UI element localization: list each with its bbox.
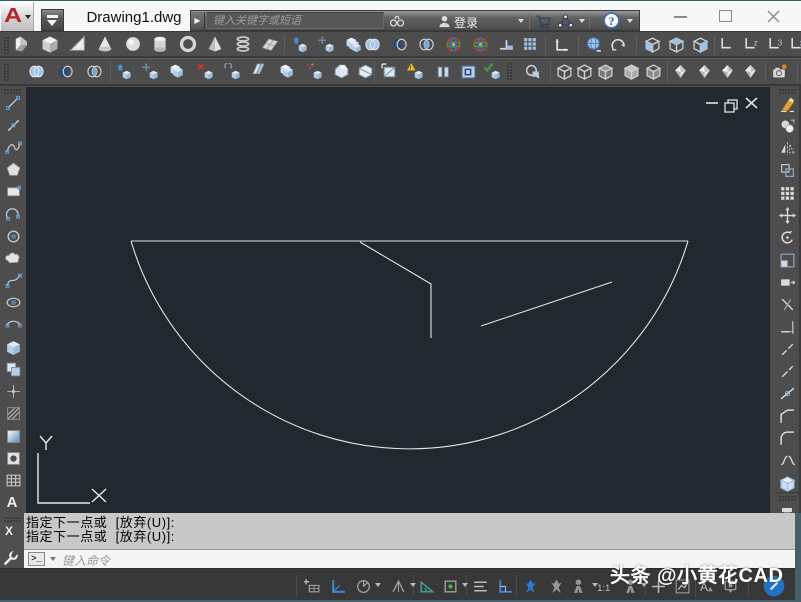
- svg-text:1:1: 1:1: [597, 583, 610, 594]
- svg-text:?: ?: [609, 15, 615, 28]
- svg-text:z: z: [754, 38, 758, 48]
- svg-text:!: !: [410, 65, 412, 72]
- svg-text:3: 3: [778, 38, 783, 48]
